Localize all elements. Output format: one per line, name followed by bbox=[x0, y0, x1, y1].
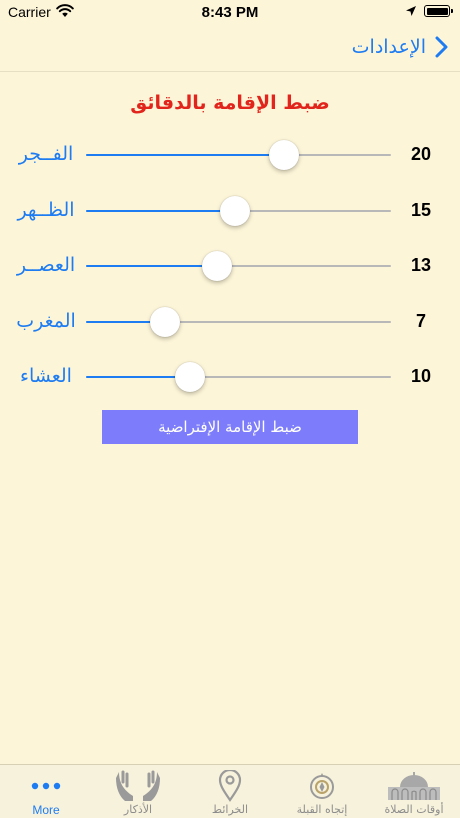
asr-slider[interactable] bbox=[86, 246, 391, 286]
prayer-label: العصــر bbox=[16, 254, 76, 276]
tab-bar: More الأذكار الخرائط إتجاه القبلة أوقات … bbox=[0, 764, 460, 818]
prayer-label: الظــهر bbox=[17, 199, 75, 221]
setting-row-fajr: الفــجر 20 bbox=[0, 135, 460, 175]
tab-prayer-times[interactable]: أوقات الصلاة bbox=[368, 765, 460, 818]
qibla-compass-icon bbox=[310, 773, 334, 799]
slider-thumb[interactable] bbox=[150, 307, 181, 337]
clock-time: 8:43 PM bbox=[201, 4, 259, 21]
section-title: ضبط الإقامة بالدقائق bbox=[130, 92, 330, 114]
tab-label: إتجاه القبلة bbox=[296, 803, 348, 816]
tab-qibla[interactable]: إتجاه القبلة bbox=[276, 765, 368, 818]
setting-row-dhuhr: الظــهر 15 bbox=[0, 191, 460, 231]
chevron-right-icon bbox=[435, 36, 448, 58]
fajr-slider[interactable] bbox=[86, 135, 391, 175]
tab-adhkar[interactable]: الأذكار bbox=[92, 765, 184, 818]
back-label: الإعدادات bbox=[351, 36, 426, 58]
minutes-value: 20 bbox=[410, 144, 432, 164]
maghrib-slider[interactable] bbox=[86, 302, 391, 342]
setting-row-isha: العشاء 10 bbox=[0, 357, 460, 397]
minutes-value: 10 bbox=[410, 366, 432, 386]
setting-row-maghrib: المغرب 7 bbox=[0, 302, 460, 342]
back-button[interactable]: الإعدادات bbox=[352, 32, 448, 62]
location-arrow-icon bbox=[406, 6, 416, 16]
dhuhr-slider[interactable] bbox=[86, 191, 391, 231]
slider-thumb[interactable] bbox=[174, 362, 205, 392]
slider-thumb[interactable] bbox=[269, 140, 300, 170]
isha-slider[interactable] bbox=[86, 357, 391, 397]
tab-maps[interactable]: الخرائط bbox=[184, 765, 276, 818]
tab-label: الخرائط bbox=[211, 803, 249, 816]
nav-bar: الإعدادات bbox=[0, 24, 460, 72]
setting-row-asr: العصــر 13 bbox=[0, 246, 460, 286]
battery-icon bbox=[424, 5, 453, 17]
tab-label: More bbox=[32, 803, 60, 817]
reset-default-iqama-button[interactable]: ضبط الإقامة الإفتراضية bbox=[102, 410, 358, 444]
minutes-value: 7 bbox=[415, 311, 426, 331]
prayer-label: المغرب bbox=[16, 310, 76, 332]
tab-more[interactable]: More bbox=[0, 765, 92, 818]
prayer-label: الفــجر bbox=[18, 143, 74, 165]
tab-label: الأذكار bbox=[123, 803, 153, 816]
prayer-label: العشاء bbox=[20, 365, 72, 387]
minutes-value: 13 bbox=[410, 255, 432, 275]
map-pin-icon bbox=[218, 770, 242, 802]
status-bar: Carrier 8:43 PM bbox=[0, 0, 460, 24]
minutes-value: 15 bbox=[410, 200, 432, 220]
mosque-dome-icon bbox=[388, 772, 440, 800]
more-dots-icon bbox=[31, 782, 61, 790]
praying-hands-icon bbox=[116, 770, 160, 801]
slider-thumb[interactable] bbox=[202, 251, 233, 281]
slider-thumb[interactable] bbox=[220, 196, 251, 226]
tab-label: أوقات الصلاة bbox=[384, 803, 444, 816]
